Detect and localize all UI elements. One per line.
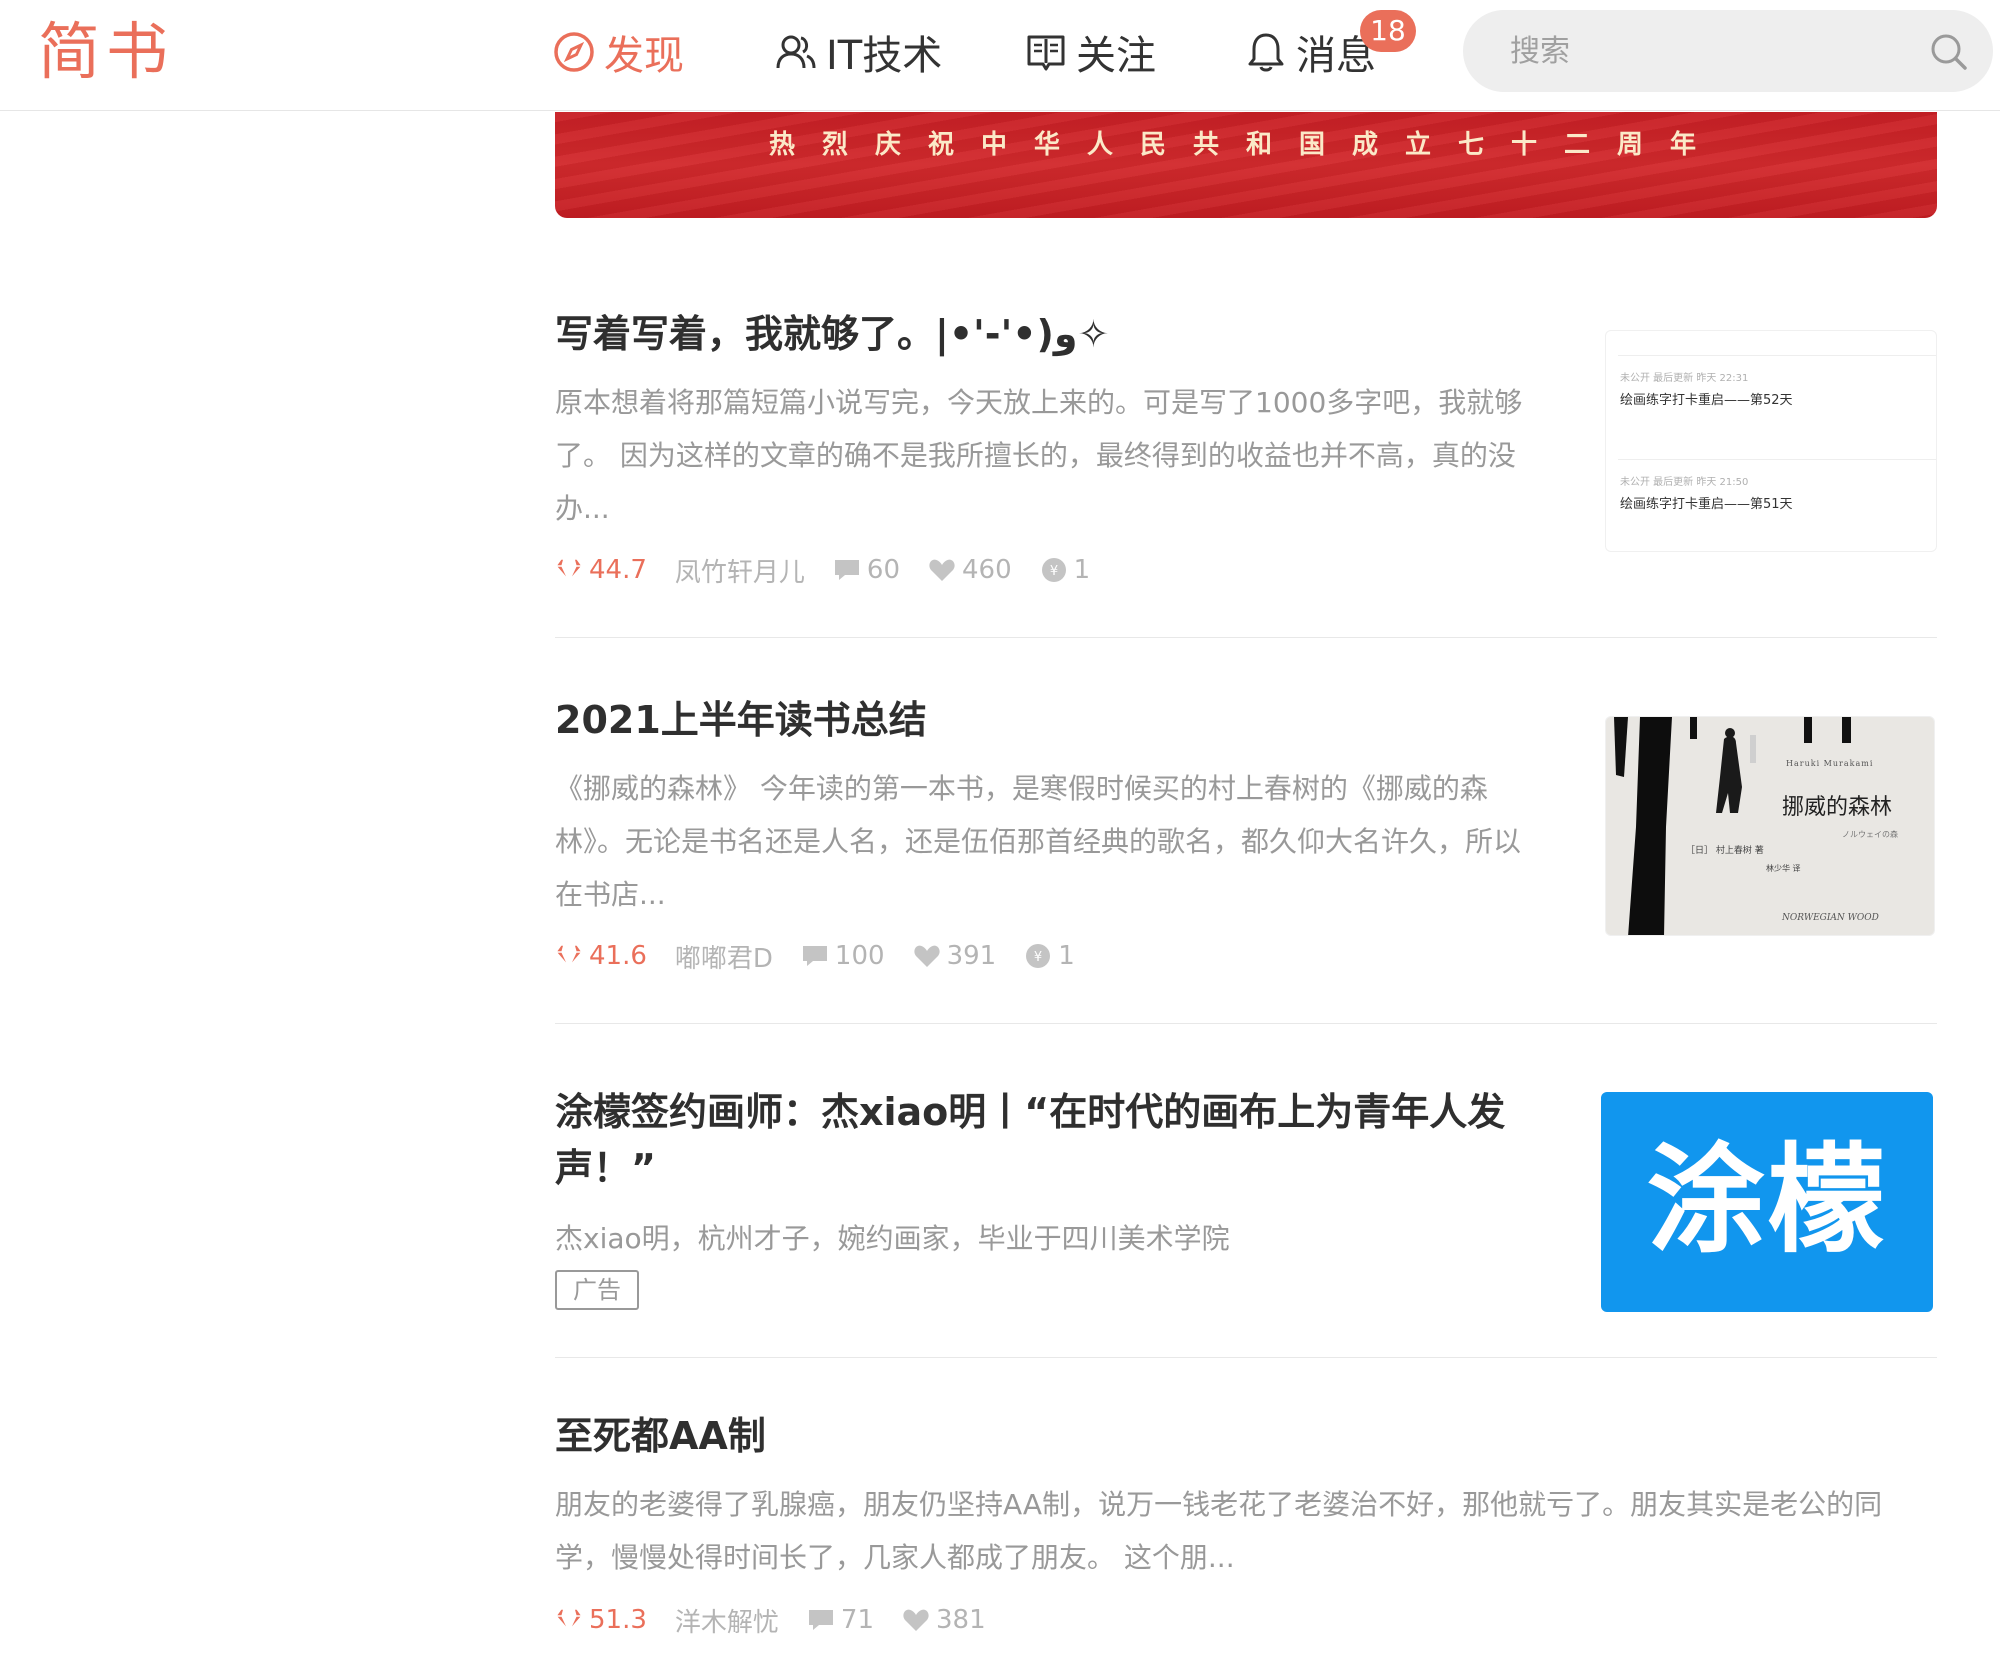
ad-logo-text: 涂檬 [1646, 1131, 1887, 1269]
article-item: 2021上半年读书总结 《挪威的森林》 今年读的第一本书，是寒假时候买的村上春树… [555, 638, 1937, 1024]
title-line: 涂檬签约画师：杰xiao明丨“在时代的画布上为青年人发 [555, 1090, 1506, 1134]
article-abstract: 朋友的老婆得了乳腺癌，朋友仍坚持AA制，说万一钱老花了老婆治不好，那他就亏了。朋… [555, 1478, 1882, 1584]
thumb-row-title: 绘画练字打卡重启——第51天 [1620, 497, 1793, 512]
coin-icon: ¥ [1026, 944, 1051, 968]
top-navbar: 简书 发现 IT技术 关注 消息 18 [0, 0, 2000, 111]
author-name[interactable]: 洋木解忧 [675, 1602, 779, 1639]
coin-icon: ¥ [1041, 558, 1066, 582]
diamond-icon [555, 558, 583, 583]
users-icon [776, 35, 816, 69]
author-name[interactable]: 嘟嘟君D [675, 938, 773, 975]
comment-icon [834, 560, 859, 580]
heart-icon [913, 945, 940, 967]
svg-text:¥: ¥ [1050, 564, 1058, 579]
abstract-line: 在书店... [555, 878, 666, 911]
article-item: 写着写着，我就够了。|•'-'•)و✧ 原本想着将那篇短篇小说写完，今天放上来的… [555, 270, 1937, 638]
nav-follow-label: 关注 [1076, 33, 1156, 79]
reward-count: ¥ 1 [1040, 555, 1090, 585]
abstract-line: 原本想着将那篇短篇小说写完，今天放上来的。可是写了1000多字吧，我就够 [555, 386, 1523, 419]
abstract-line: 杰xiao明，杭州才子，婉约画家，毕业于四川美术学院 [555, 1222, 1230, 1255]
comment-count[interactable]: 60 [833, 555, 900, 585]
thumb-row-title: 绘画练字打卡重启——第52天 [1620, 393, 1793, 408]
title-line: 声！” [555, 1146, 656, 1190]
abstract-line: 办... [555, 492, 610, 525]
abstract-line: 林》。无论是书名还是人名，还是伍佰那首经典的歌名，都久仰大名许久，所以 [555, 825, 1522, 858]
nav-discover-label: 发现 [604, 33, 684, 79]
cover-author: ［日］ 村上春树 著 [1686, 846, 1764, 856]
author-name[interactable]: 凤竹轩月儿 [675, 552, 805, 589]
book-cover-thumbnail[interactable]: Haruki Murakami 挪威的森林 ノルウェイの森 ［日］ 村上春树 著… [1605, 716, 1935, 936]
cover-title-en: NORWEGIAN WOOD [1782, 913, 1879, 923]
ad-thumbnail[interactable]: 涂檬 [1601, 1092, 1933, 1312]
national-day-banner[interactable]: 热烈庆祝中华人民共和国成立七十二周年 [555, 112, 1937, 218]
search-input[interactable] [1510, 25, 1910, 77]
comment-count[interactable]: 100 [801, 941, 885, 971]
like-count: 460 [928, 555, 1012, 585]
nav-messages[interactable]: 消息 [1244, 24, 1376, 80]
search-box [1463, 10, 1993, 92]
bell-icon [1248, 33, 1284, 72]
diamond-count: 51.3 [555, 1605, 647, 1635]
ad-article-item: 涂檬签约画师：杰xiao明丨“在时代的画布上为青年人发 声！” 杰xiao明，杭… [555, 1024, 1937, 1358]
diamond-icon [555, 1608, 583, 1633]
article-meta: 41.6 嘟嘟君D 100 391 ¥ 1 [555, 936, 1103, 976]
nav-follow[interactable]: 关注 [1024, 24, 1156, 80]
ad-label: 广告 [555, 1270, 639, 1310]
article-thumbnail[interactable]: 未公开 最后更新 昨天 22:31 绘画练字打卡重启——第52天 未公开 最后更… [1605, 330, 1937, 552]
comment-icon [808, 1610, 833, 1630]
abstract-line: 《挪威的森林》 今年读的第一本书，是寒假时候买的村上春树的《挪威的森 [555, 772, 1488, 805]
cover-title: 挪威的森林 [1782, 795, 1893, 820]
compass-icon [554, 32, 594, 72]
thumb-row-meta: 未公开 最后更新 昨天 21:50 [1620, 477, 1749, 488]
article-title[interactable]: 2021上半年读书总结 [555, 692, 1555, 748]
article-meta: 44.7 凤竹轩月儿 60 460 ¥ 1 [555, 550, 1118, 590]
cover-author-en: Haruki Murakami [1786, 759, 1874, 768]
article-meta: 51.3 洋木解忧 71 381 [555, 1600, 1014, 1640]
svg-text:¥: ¥ [1034, 950, 1042, 965]
nav-it-tech[interactable]: IT技术 [774, 24, 942, 80]
abstract-line: 朋友的老婆得了乳腺癌，朋友仍坚持AA制，说万一钱老花了老婆治不好，那他就亏了。朋… [555, 1488, 1883, 1521]
abstract-line: 了。 因为这样的文章的确不是我所擅长的，最终得到的收益也并不高，真的没 [555, 439, 1516, 472]
cover-translator: 林少华 译 [1766, 864, 1801, 873]
abstract-line: 学，慢慢处得时间长了，几家人都成了朋友。 这个朋... [555, 1541, 1235, 1574]
diamond-count: 41.6 [555, 941, 647, 971]
article-title[interactable]: 写着写着，我就够了。|•'-'•)و✧ [555, 306, 1555, 362]
like-count: 381 [902, 1605, 986, 1635]
diamond-icon [555, 944, 583, 969]
logo[interactable]: 简书 [38, 16, 174, 88]
article-abstract: 杰xiao明，杭州才子，婉约画家，毕业于四川美术学院 [555, 1212, 1230, 1265]
message-count-badge: 18 [1360, 10, 1416, 52]
heart-icon [929, 559, 955, 581]
heart-icon [903, 1609, 929, 1631]
book-cover-art [1614, 717, 1851, 935]
banner-text: 热烈庆祝中华人民共和国成立七十二周年 [768, 130, 1723, 160]
nav-it-tech-label: IT技术 [826, 33, 943, 79]
like-count: 391 [913, 941, 996, 971]
search-icon[interactable] [1928, 31, 1970, 73]
article-title[interactable]: 至死都AA制 [555, 1408, 1655, 1464]
comment-icon [802, 946, 827, 966]
article-abstract: 《挪威的森林》 今年读的第一本书，是寒假时候买的村上春树的《挪威的森 林》。无论… [555, 762, 1521, 921]
article-title[interactable]: 涂檬签约画师：杰xiao明丨“在时代的画布上为青年人发 声！” [555, 1084, 1565, 1196]
article-abstract: 原本想着将那篇短篇小说写完，今天放上来的。可是写了1000多字吧，我就够 了。 … [555, 376, 1522, 535]
thumb-row-meta: 未公开 最后更新 昨天 22:31 [1620, 373, 1749, 384]
diamond-count: 44.7 [555, 555, 647, 585]
reward-count: ¥ 1 [1024, 941, 1075, 971]
comment-count[interactable]: 71 [807, 1605, 874, 1635]
article-item: 至死都AA制 朋友的老婆得了乳腺癌，朋友仍坚持AA制，说万一钱老花了老婆治不好，… [555, 1358, 1937, 1677]
book-icon [1027, 35, 1065, 71]
nav-discover[interactable]: 发现 [552, 24, 684, 80]
cover-subtitle: ノルウェイの森 [1842, 830, 1898, 839]
